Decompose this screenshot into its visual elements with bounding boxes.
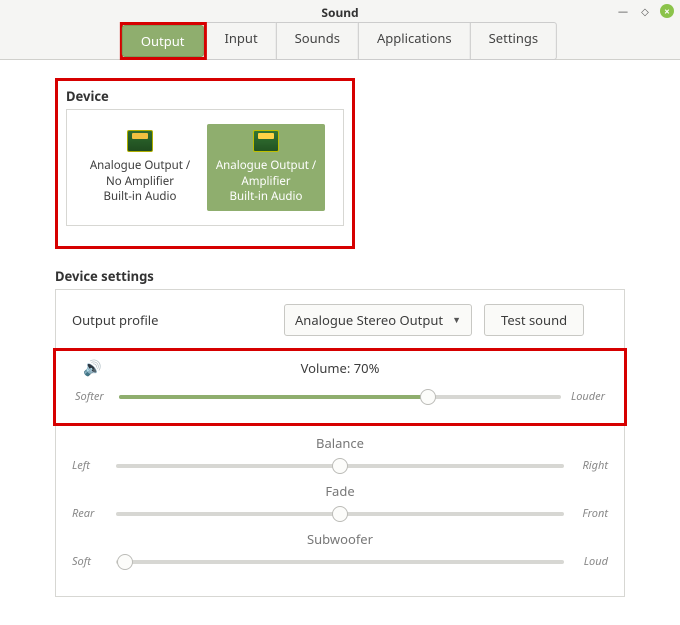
soundcard-icon — [127, 130, 153, 152]
output-profile-dropdown[interactable]: Analogue Stereo Output ▼ — [284, 304, 472, 336]
subwoofer-label: Subwoofer — [72, 530, 608, 548]
sound-settings-window: Sound — ◇ × Output Input Sounds Applicat… — [0, 0, 680, 625]
tab-input[interactable]: Input — [205, 22, 276, 60]
tab-bar: Output Input Sounds Applications Setting… — [123, 22, 557, 60]
subwoofer-slider[interactable] — [116, 554, 564, 570]
fade-rear-label: Rear — [72, 506, 108, 521]
speaker-icon: 🔊 — [83, 358, 102, 378]
fade-front-label: Front — [572, 506, 608, 521]
device-section-highlight: Device Analogue Output / No Amplifier Bu… — [55, 78, 355, 249]
fade-label: Fade — [72, 482, 608, 500]
device-card-analogue-amp[interactable]: Analogue Output / Amplifier Built-in Aud… — [207, 124, 325, 211]
close-button[interactable]: × — [660, 4, 674, 18]
subwoofer-soft-label: Soft — [72, 554, 108, 569]
tab-applications[interactable]: Applications — [358, 22, 471, 60]
device-settings-panel: Output profile Analogue Stereo Output ▼ … — [55, 289, 625, 597]
tab-settings[interactable]: Settings — [470, 22, 557, 60]
tab-output[interactable]: Output — [122, 25, 204, 57]
device-settings-label: Device settings — [55, 267, 625, 285]
device-list: Analogue Output / No Amplifier Built-in … — [66, 109, 344, 226]
volume-section-highlight: 🔊 Volume: 70% Softer Louder — [53, 348, 627, 426]
balance-left-label: Left — [72, 458, 108, 473]
subwoofer-loud-label: Loud — [572, 554, 608, 569]
titlebar: Sound — ◇ × Output Input Sounds Applicat… — [0, 0, 680, 60]
balance-right-label: Right — [572, 458, 608, 473]
soundcard-icon — [253, 130, 279, 152]
volume-label: Volume: 70% — [301, 359, 380, 377]
maximize-button[interactable]: ◇ — [638, 4, 652, 18]
fade-slider[interactable] — [116, 506, 564, 522]
device-card-analogue-noamp[interactable]: Analogue Output / No Amplifier Built-in … — [81, 124, 199, 211]
balance-slider[interactable] — [116, 458, 564, 474]
chevron-down-icon: ▼ — [452, 313, 461, 326]
volume-slider[interactable] — [119, 389, 561, 405]
volume-louder-label: Louder — [569, 389, 605, 404]
tab-sounds[interactable]: Sounds — [276, 22, 359, 60]
output-profile-label: Output profile — [72, 311, 272, 329]
window-title: Sound — [0, 0, 680, 21]
volume-softer-label: Softer — [75, 389, 111, 404]
test-sound-button[interactable]: Test sound — [484, 304, 584, 336]
minimize-button[interactable]: — — [616, 4, 630, 18]
device-section-label: Device — [66, 87, 344, 105]
balance-label: Balance — [72, 434, 608, 452]
